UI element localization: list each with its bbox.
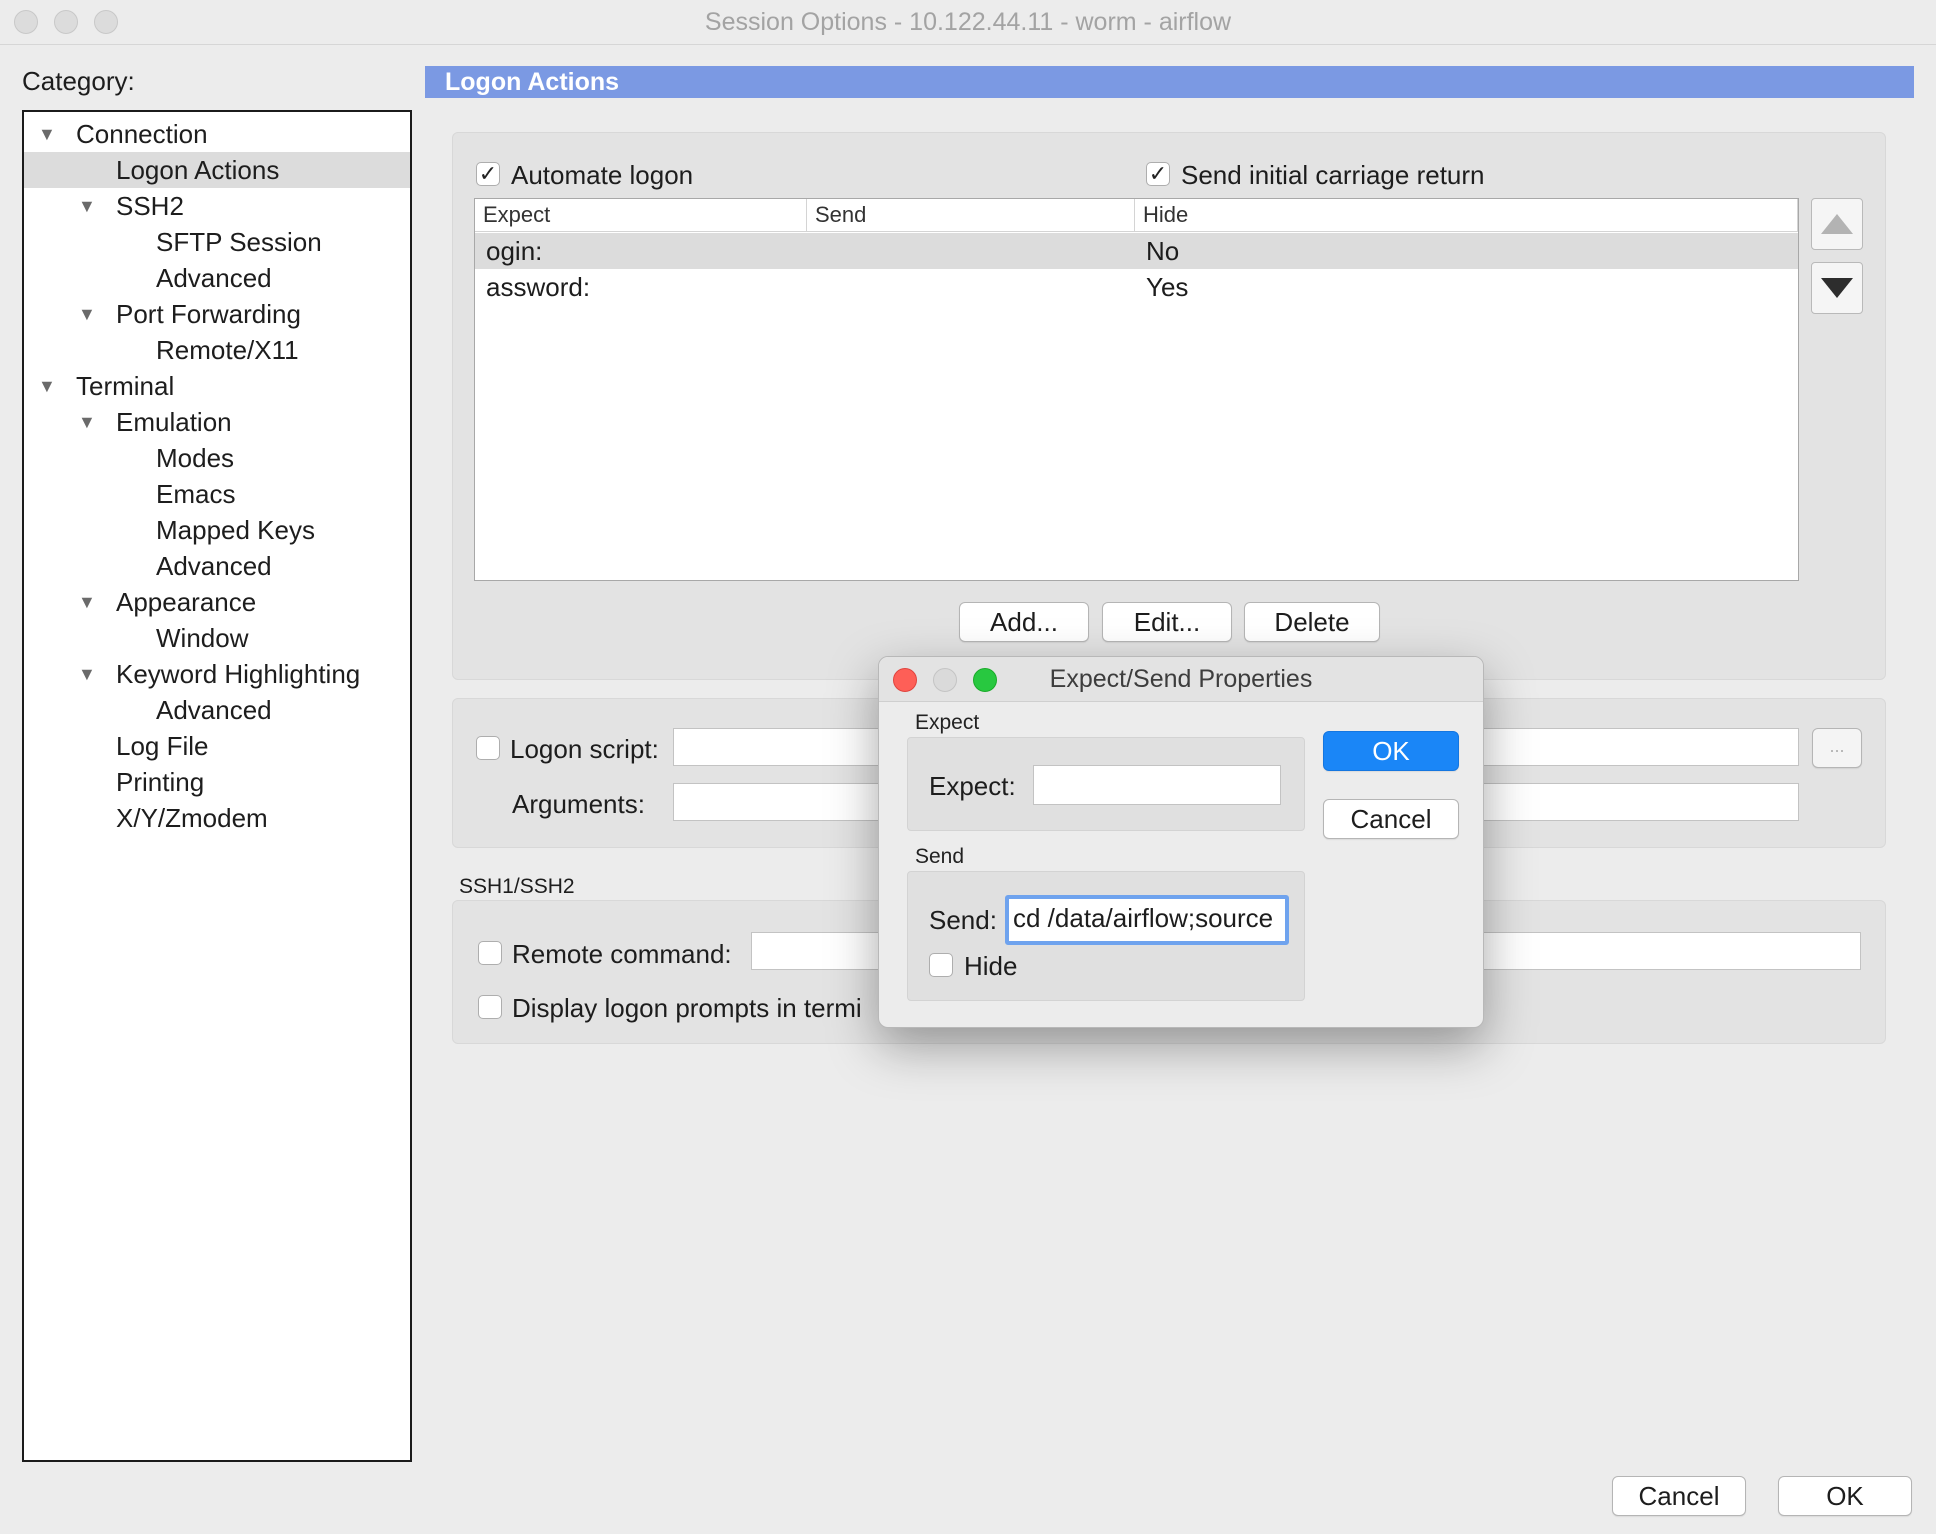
section-header: Logon Actions xyxy=(425,66,1914,98)
dialog-cancel-button[interactable]: Cancel xyxy=(1323,799,1459,839)
display-prompts-label: Display logon prompts in termi xyxy=(512,993,862,1023)
move-down-button[interactable] xyxy=(1811,262,1863,314)
expect-input[interactable] xyxy=(1033,765,1281,805)
cell-expect: ogin: xyxy=(486,236,543,266)
disclosure-triangle-icon[interactable]: ▼ xyxy=(78,584,96,620)
column-header-expect[interactable]: Expect xyxy=(475,199,807,231)
tree-item-appearance[interactable]: ▼ Appearance xyxy=(24,584,410,620)
tree-item-ssh2[interactable]: ▼ SSH2 xyxy=(24,188,410,224)
tree-item-keyword-advanced[interactable]: Advanced xyxy=(24,692,410,728)
table-header: Expect Send Hide xyxy=(475,199,1798,232)
dialog-ok-button[interactable]: OK xyxy=(1323,731,1459,771)
automate-logon-label: Automate logon xyxy=(511,160,694,190)
disclosure-triangle-icon[interactable]: ▼ xyxy=(38,116,56,152)
ok-button[interactable]: OK xyxy=(1778,1476,1912,1516)
tree-item-ssh2-advanced[interactable]: Advanced xyxy=(24,260,410,296)
ssh-section-label: SSH1/SSH2 xyxy=(459,875,575,898)
disclosure-triangle-icon[interactable]: ▼ xyxy=(78,404,96,440)
delete-button[interactable]: Delete xyxy=(1244,602,1380,642)
send-cr-checkbox[interactable]: ✓ xyxy=(1146,162,1170,186)
expect-send-table[interactable]: Expect Send Hide ogin: No assword: Yes xyxy=(474,198,1799,581)
send-label: Send: xyxy=(929,905,997,935)
remote-command-checkbox[interactable] xyxy=(478,941,502,965)
tree-item-emacs[interactable]: Emacs xyxy=(24,476,410,512)
category-tree[interactable]: ▼ Connection Logon Actions ▼ SSH2 SFTP S… xyxy=(22,110,412,1462)
tree-item-logon-actions[interactable]: Logon Actions xyxy=(24,152,410,188)
arrow-down-icon xyxy=(1821,278,1853,298)
disclosure-triangle-icon[interactable]: ▼ xyxy=(78,296,96,332)
send-input[interactable]: cd /data/airflow;source xyxy=(1005,895,1289,945)
tree-item-port-forwarding[interactable]: ▼ Port Forwarding xyxy=(24,296,410,332)
move-up-button[interactable] xyxy=(1811,198,1863,250)
column-header-send[interactable]: Send xyxy=(807,199,1135,231)
tree-item-xyzmodem[interactable]: X/Y/Zmodem xyxy=(24,800,410,836)
tree-item-connection[interactable]: ▼ Connection xyxy=(24,116,410,152)
send-cr-label: Send initial carriage return xyxy=(1181,160,1485,190)
tree-item-log-file[interactable]: Log File xyxy=(24,728,410,764)
category-label: Category: xyxy=(22,66,135,96)
tree-item-modes[interactable]: Modes xyxy=(24,440,410,476)
cancel-button[interactable]: Cancel xyxy=(1612,1476,1746,1516)
cell-expect: assword: xyxy=(486,272,591,302)
hide-checkbox[interactable] xyxy=(929,953,953,977)
tree-item-window[interactable]: Window xyxy=(24,620,410,656)
disclosure-triangle-icon[interactable]: ▼ xyxy=(38,368,56,404)
disclosure-triangle-icon[interactable]: ▼ xyxy=(78,188,96,224)
cell-hide: Yes xyxy=(1146,272,1189,302)
tree-item-remote-x11[interactable]: Remote/X11 xyxy=(24,332,410,368)
disclosure-triangle-icon[interactable]: ▼ xyxy=(78,656,96,692)
column-header-hide[interactable]: Hide xyxy=(1135,199,1798,231)
cell-hide: No xyxy=(1146,236,1180,266)
display-prompts-checkbox[interactable] xyxy=(478,995,502,1019)
tree-item-terminal[interactable]: ▼ Terminal xyxy=(24,368,410,404)
expect-section-label: Expect xyxy=(915,711,980,734)
tree-item-mapped-keys[interactable]: Mapped Keys xyxy=(24,512,410,548)
tree-item-keyword-highlighting[interactable]: ▼ Keyword Highlighting xyxy=(24,656,410,692)
window-title: Session Options - 10.122.44.11 - worm - … xyxy=(704,8,1232,36)
remote-command-label: Remote command: xyxy=(512,939,732,969)
edit-button[interactable]: Edit... xyxy=(1102,602,1232,642)
expect-send-dialog: Expect/Send Properties Expect Expect: Se… xyxy=(878,656,1484,1028)
section-title: Logon Actions xyxy=(445,68,620,96)
tree-item-printing[interactable]: Printing xyxy=(24,764,410,800)
arrow-up-icon xyxy=(1821,214,1853,234)
expect-label: Expect: xyxy=(929,771,1016,801)
add-button[interactable]: Add... xyxy=(959,602,1089,642)
tree-item-emulation[interactable]: ▼ Emulation xyxy=(24,404,410,440)
tree-item-sftp-session[interactable]: SFTP Session xyxy=(24,224,410,260)
logon-script-label: Logon script: xyxy=(510,734,659,764)
table-row[interactable]: ogin: No xyxy=(475,233,1798,269)
browse-button[interactable]: ... xyxy=(1812,728,1862,768)
arguments-label: Arguments: xyxy=(512,789,645,819)
automate-logon-checkbox[interactable]: ✓ xyxy=(476,162,500,186)
tree-item-emulation-advanced[interactable]: Advanced xyxy=(24,548,410,584)
dialog-title: Expect/Send Properties xyxy=(1049,665,1313,693)
logon-script-checkbox[interactable] xyxy=(476,736,500,760)
hide-label: Hide xyxy=(964,951,1018,981)
send-section-label: Send xyxy=(915,845,965,868)
table-row[interactable]: assword: Yes xyxy=(475,269,1798,305)
